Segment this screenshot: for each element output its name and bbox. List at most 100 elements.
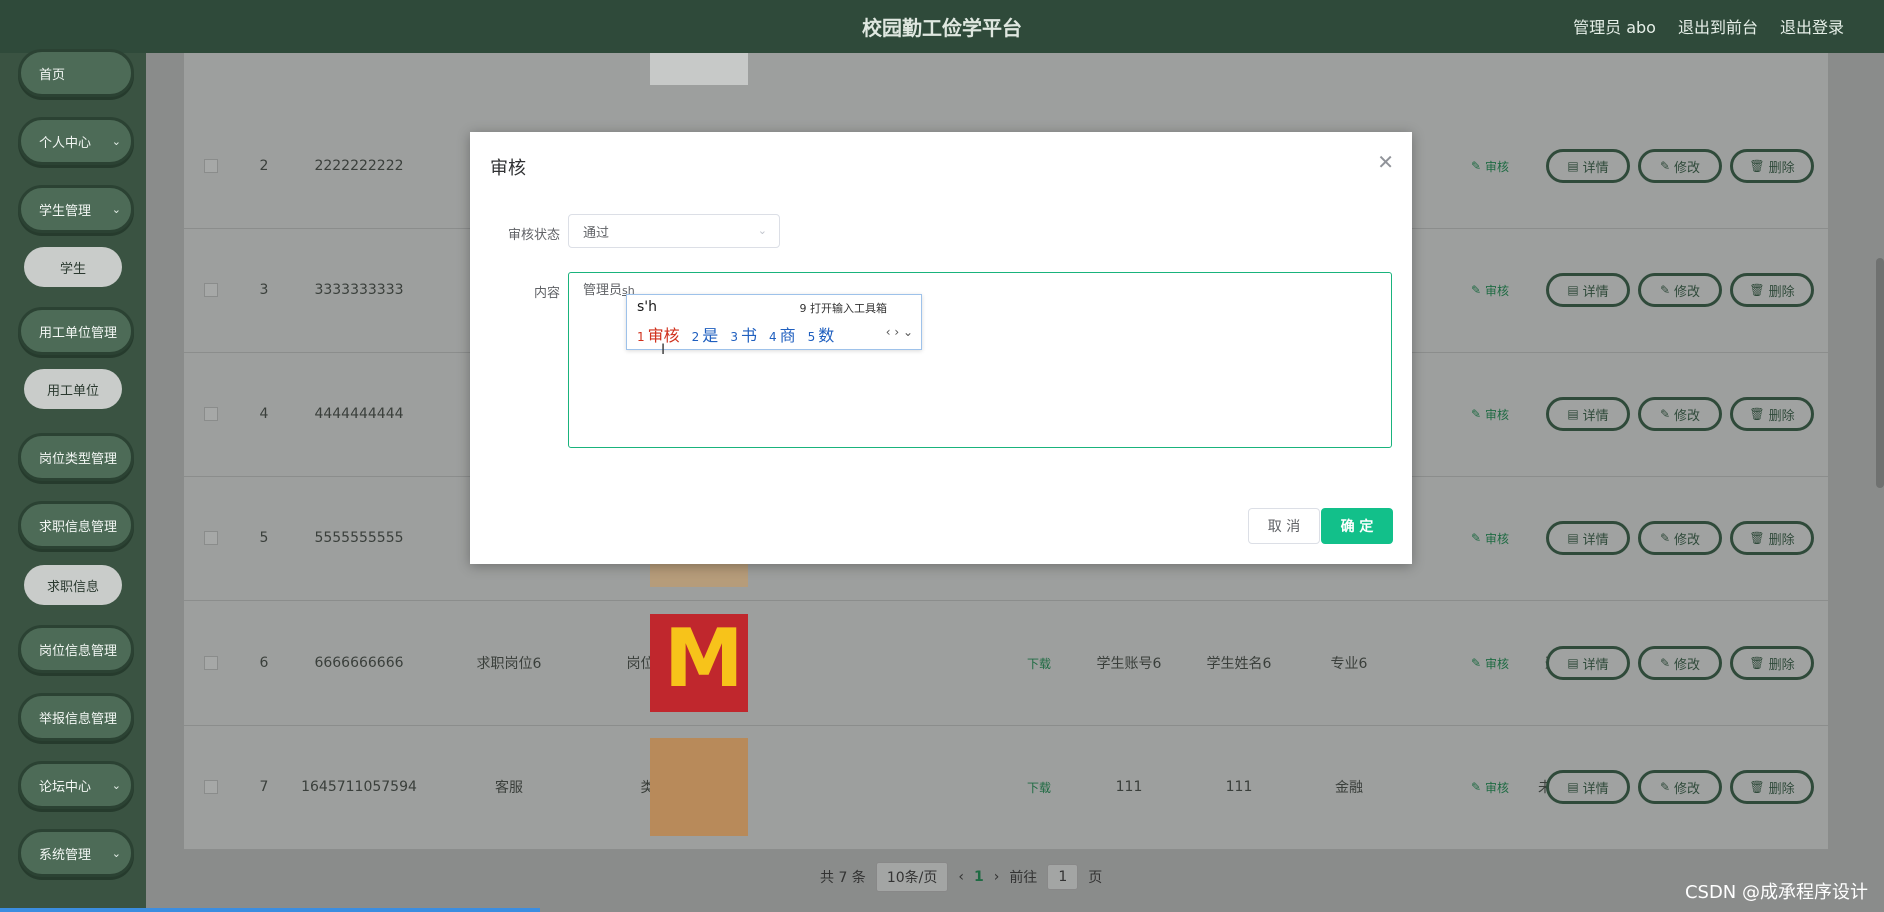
- cell-major: 专业6: [1330, 656, 1368, 672]
- ime-composition: s'h: [637, 299, 658, 315]
- ime-candidate-text: 书: [740, 326, 757, 345]
- sidebar-item-system-management[interactable]: 系统管理 ⌄: [18, 829, 134, 877]
- sidebar-item-label: 首页: [39, 67, 66, 83]
- ime-candidate[interactable]: 3书: [730, 322, 757, 346]
- job-image: M: [650, 614, 748, 712]
- sidebar-item-home[interactable]: 首页: [18, 49, 134, 97]
- goto-page-input[interactable]: 1: [1047, 864, 1079, 890]
- edit-icon: ✎: [1659, 407, 1671, 421]
- detail-button[interactable]: ▤ 详情: [1546, 149, 1630, 183]
- next-page-icon[interactable]: ›: [994, 869, 1000, 885]
- current-user[interactable]: 管理员 abo: [1573, 14, 1656, 38]
- delete-button[interactable]: 🗑 删除: [1730, 521, 1814, 555]
- close-icon[interactable]: ✕: [1377, 150, 1394, 174]
- delete-button[interactable]: 🗑 删除: [1730, 149, 1814, 183]
- ime-candidate-number: 3: [730, 330, 738, 344]
- chevron-down-icon: ⌄: [111, 847, 121, 860]
- sidebar-item-report-management[interactable]: 举报信息管理: [18, 693, 134, 741]
- trash-icon: 🗑: [1749, 159, 1765, 173]
- ime-toolbox-link[interactable]: 9 打开输入工具箱: [800, 300, 888, 316]
- ime-candidate[interactable]: 1 审核: [637, 322, 680, 346]
- scrollbar[interactable]: [1876, 258, 1884, 488]
- logout-link[interactable]: 退出登录: [1780, 14, 1844, 38]
- edit-pen-icon: ✎: [1470, 407, 1482, 421]
- audit-link[interactable]: ✎ 审核: [1450, 476, 1530, 600]
- sidebar-subitem-job-seeking[interactable]: 求职信息: [24, 565, 122, 605]
- content-text: 管理员: [583, 283, 623, 298]
- ime-page-nav[interactable]: ‹ › ⌄: [886, 325, 913, 339]
- row-checkbox[interactable]: [204, 780, 218, 794]
- row-checkbox[interactable]: [204, 531, 218, 545]
- row-checkbox[interactable]: [204, 283, 218, 297]
- sidebar-item-forum-center[interactable]: 论坛中心 ⌄: [18, 761, 134, 809]
- audit-link[interactable]: ✎ 审核: [1450, 601, 1530, 725]
- delete-button-label: 删除: [1768, 408, 1795, 424]
- ime-candidate[interactable]: 5数: [808, 322, 835, 346]
- sidebar-item-job-info-management[interactable]: 岗位信息管理: [18, 625, 134, 673]
- cell-index: 7: [259, 779, 269, 795]
- audit-link-label: 审核: [1485, 780, 1510, 795]
- edit-button[interactable]: ✎ 修改: [1638, 397, 1722, 431]
- header-links: 管理员 abo 退出到前台 退出登录: [1573, 14, 1844, 38]
- delete-button-label: 删除: [1768, 284, 1795, 300]
- cell-job: 客服: [495, 780, 523, 796]
- document-icon: ▤: [1567, 283, 1579, 297]
- dialog-title: 审核: [490, 158, 526, 179]
- audit-link[interactable]: ✎ 审核: [1450, 352, 1530, 476]
- sidebar-item-job-type-management[interactable]: 岗位类型管理: [18, 433, 134, 481]
- status-value: 通过: [583, 225, 610, 241]
- current-page[interactable]: 1: [974, 869, 984, 885]
- cell-index: 4: [259, 406, 269, 422]
- sidebar-item-job-seeking-management[interactable]: 求职信息管理: [18, 501, 134, 549]
- ime-candidate[interactable]: 4商: [769, 322, 796, 346]
- edit-pen-icon: ✎: [1470, 780, 1482, 794]
- audit-link[interactable]: ✎ 审核: [1450, 228, 1530, 352]
- delete-button[interactable]: 🗑 删除: [1730, 273, 1814, 307]
- row-checkbox[interactable]: [204, 407, 218, 421]
- sidebar-item-employer-management[interactable]: 用工单位管理: [18, 307, 134, 355]
- detail-button[interactable]: ▤ 详情: [1546, 521, 1630, 555]
- ime-candidate-number: 4: [768, 330, 777, 344]
- prev-page-icon[interactable]: ‹: [958, 869, 964, 885]
- sidebar-item-personal-center[interactable]: 个人中心 ⌄: [18, 117, 134, 165]
- cancel-button[interactable]: 取 消: [1248, 508, 1320, 544]
- edit-button[interactable]: ✎ 修改: [1638, 770, 1722, 804]
- edit-button[interactable]: ✎ 修改: [1638, 273, 1722, 307]
- row-checkbox[interactable]: [204, 656, 218, 670]
- detail-button[interactable]: ▤ 详情: [1546, 646, 1630, 680]
- confirm-button[interactable]: 确 定: [1321, 508, 1393, 544]
- ime-candidates: 1 审核 2是 3书 4商 5数: [637, 322, 834, 346]
- detail-button[interactable]: ▤ 详情: [1546, 273, 1630, 307]
- delete-button[interactable]: 🗑 删除: [1730, 397, 1814, 431]
- geely-logo-image: [650, 53, 748, 85]
- status-select[interactable]: 通过 ⌄: [568, 214, 780, 248]
- row-checkbox[interactable]: [204, 159, 218, 173]
- cell-job: 求职岗位6: [476, 656, 542, 672]
- chevron-down-icon: ⌄: [757, 224, 767, 237]
- detail-button[interactable]: ▤ 详情: [1546, 397, 1630, 431]
- edit-button[interactable]: ✎ 修改: [1638, 646, 1722, 680]
- sidebar-item-label: 系统管理: [39, 847, 92, 863]
- delete-button-label: 删除: [1768, 781, 1795, 797]
- total-count: 共 7 条: [820, 870, 866, 886]
- page-size-select[interactable]: 10条/页: [875, 862, 949, 892]
- goto-label: 前往: [1009, 870, 1038, 886]
- sidebar-item-student-management[interactable]: 学生管理 ⌄: [18, 185, 134, 233]
- cell-account: 6666666666: [314, 655, 404, 671]
- edit-button-label: 修改: [1674, 657, 1701, 673]
- edit-button[interactable]: ✎ 修改: [1638, 149, 1722, 183]
- delete-button[interactable]: 🗑 删除: [1730, 770, 1814, 804]
- audit-link[interactable]: ✎ 审核: [1450, 725, 1530, 849]
- delete-button-label: 删除: [1768, 160, 1795, 176]
- sidebar-subitem-student[interactable]: 学生: [24, 247, 122, 287]
- text-cursor-icon: I: [661, 342, 666, 358]
- detail-button[interactable]: ▤ 详情: [1546, 770, 1630, 804]
- document-icon: ▤: [1567, 780, 1579, 794]
- back-to-front-link[interactable]: 退出到前台: [1678, 14, 1758, 38]
- audit-link[interactable]: ✎ 审核: [1450, 104, 1530, 228]
- delete-button[interactable]: 🗑 删除: [1730, 646, 1814, 680]
- sidebar-subitem-employer[interactable]: 用工单位: [24, 369, 122, 409]
- edit-button[interactable]: ✎ 修改: [1638, 521, 1722, 555]
- ime-candidate[interactable]: 2是: [692, 322, 719, 346]
- document-icon: ▤: [1567, 531, 1579, 545]
